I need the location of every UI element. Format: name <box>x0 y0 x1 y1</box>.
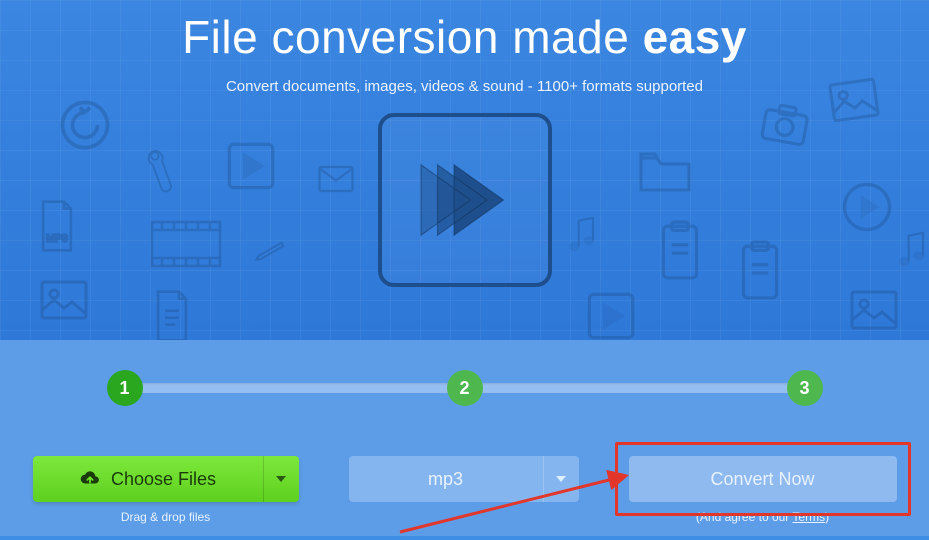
drag-drop-hint: Drag & drop files <box>121 510 210 524</box>
steps-section: 1 2 3 Choose Files Drag & drop files <box>0 340 929 536</box>
music-note-icon <box>565 215 601 255</box>
choose-files-split-button: Choose Files <box>33 456 299 502</box>
terms-prefix: (And agree to our <box>696 510 793 524</box>
format-dropdown-button[interactable] <box>543 456 579 502</box>
filmstrip-icon <box>150 220 222 268</box>
hero-section: MP3 File conversion made easy Convert do… <box>0 0 929 340</box>
convert-now-button[interactable]: Convert Now <box>629 456 897 502</box>
document-icon <box>150 290 194 340</box>
folder-icon <box>636 150 694 194</box>
progress-track: 1 2 3 <box>125 370 805 406</box>
hero-subtitle: Convert documents, images, videos & soun… <box>0 78 929 95</box>
choose-files-button[interactable]: Choose Files <box>33 456 263 502</box>
hero-title-prefix: File conversion made <box>182 11 642 63</box>
format-select-button[interactable]: mp3 <box>349 456 543 502</box>
terms-link[interactable]: Terms <box>792 510 825 524</box>
convert-group: Convert Now (And agree to our Terms) <box>629 456 897 524</box>
chevron-down-icon <box>556 476 566 482</box>
mp3-file-icon: MP3 <box>35 200 79 252</box>
format-group: mp3 <box>349 456 579 524</box>
format-select: mp3 <box>349 456 579 502</box>
music-note-icon <box>895 230 929 270</box>
hero-play-graphic <box>378 113 552 287</box>
cloud-upload-icon <box>79 471 101 487</box>
stacked-play-icon <box>410 145 520 255</box>
mail-icon <box>318 165 354 193</box>
step-1-badge: 1 <box>107 370 143 406</box>
hero-title: File conversion made easy <box>0 10 929 64</box>
clipboard-icon <box>735 240 785 302</box>
choose-files-label: Choose Files <box>111 469 216 490</box>
pen-icon <box>251 231 290 270</box>
terms-suffix: ) <box>825 510 829 524</box>
step-3-badge: 3 <box>787 370 823 406</box>
camera-icon <box>756 96 814 154</box>
wrench-icon <box>136 137 185 204</box>
controls-row: Choose Files Drag & drop files mp3 Conve… <box>0 456 929 524</box>
choose-files-group: Choose Files Drag & drop files <box>33 456 299 524</box>
chevron-down-icon <box>276 476 286 482</box>
choose-files-dropdown-button[interactable] <box>263 456 299 502</box>
play-square-icon <box>585 290 637 340</box>
step-2-badge: 2 <box>447 370 483 406</box>
format-value: mp3 <box>428 469 463 490</box>
terms-text: (And agree to our Terms) <box>629 510 897 524</box>
image-icon <box>40 280 88 320</box>
hero-title-bold: easy <box>643 11 747 63</box>
refresh-icon <box>55 95 115 155</box>
play-circle-icon <box>840 180 894 234</box>
play-square-icon <box>225 140 277 192</box>
svg-text:MP3: MP3 <box>46 234 68 245</box>
clipboard-icon <box>655 220 705 282</box>
image-icon <box>850 290 898 330</box>
